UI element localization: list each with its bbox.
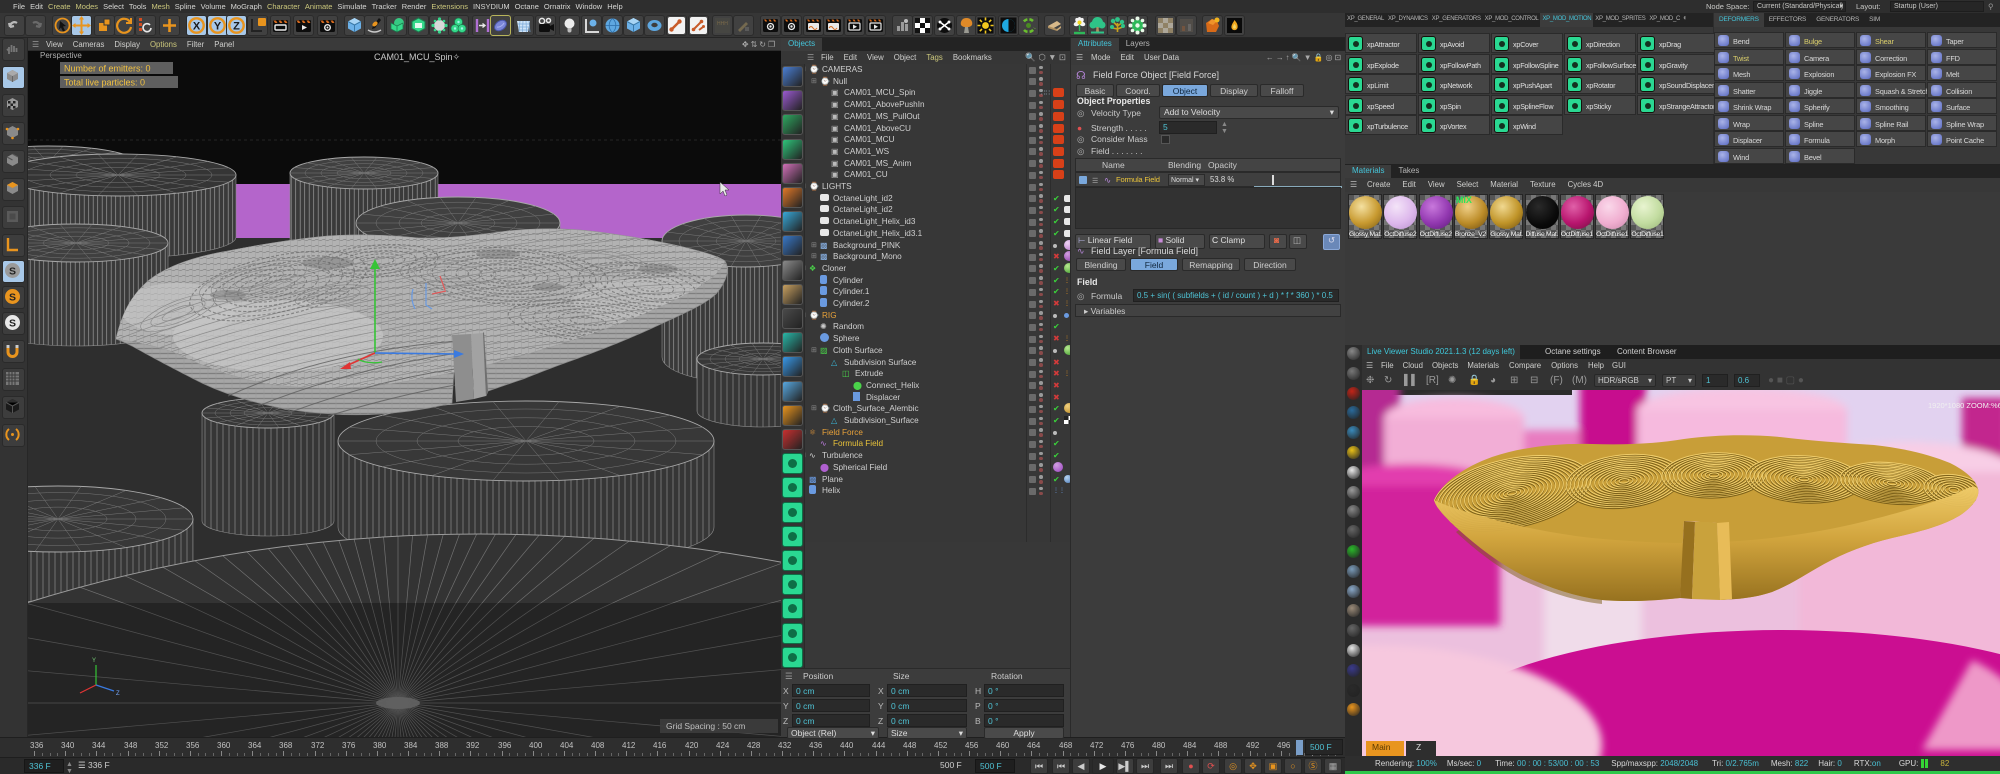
svg-text:Z: Z: [233, 21, 240, 33]
svg-text:CAM01_MCU_Spin✧: CAM01_MCU_Spin✧: [374, 52, 461, 62]
svg-text:S: S: [9, 292, 16, 304]
svg-text:Perspective: Perspective: [40, 51, 82, 60]
svg-text:Y: Y: [214, 21, 222, 33]
svg-text:HHH: HHH: [717, 21, 728, 27]
svg-text:S: S: [9, 318, 16, 330]
svg-text:Z: Z: [116, 691, 120, 697]
svg-text:1920*1080 ZOOM:%60: 1920*1080 ZOOM:%60: [1928, 401, 2000, 410]
svg-text:S: S: [9, 266, 16, 278]
svg-text:Grid Spacing : 50 cm: Grid Spacing : 50 cm: [666, 721, 745, 731]
svg-text:Number of emitters: 0: Number of emitters: 0: [64, 64, 151, 74]
svg-text:X: X: [193, 21, 201, 33]
svg-text:Y: Y: [92, 658, 96, 664]
svg-text:Total live particles: 0: Total live particles: 0: [64, 78, 145, 88]
